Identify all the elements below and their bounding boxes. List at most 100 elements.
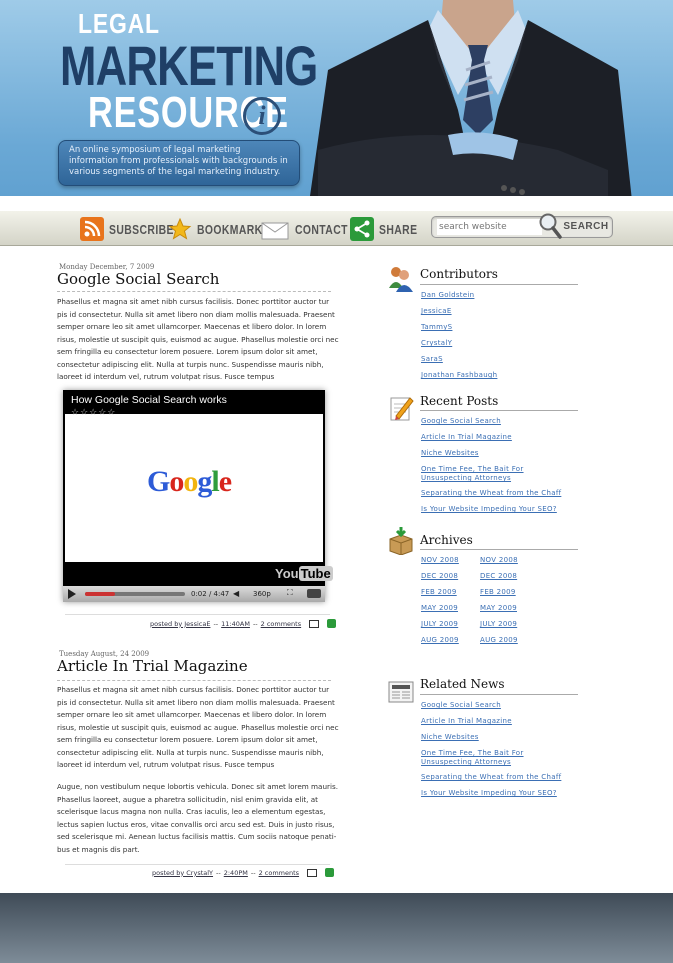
related-news-link[interactable]: Unsuspecting Attorneys	[421, 758, 511, 767]
search-button[interactable]: SEARCH	[562, 219, 610, 235]
heading-divider	[420, 410, 578, 411]
archive-link[interactable]: MAY 2009	[480, 604, 517, 613]
post-body: Phasellus et magna sit amet nibh cursus …	[57, 297, 339, 381]
contributor-link[interactable]: Dan Goldstein	[421, 291, 474, 300]
related-news-link[interactable]: Is Your Website Impeding Your SEO?	[421, 789, 557, 798]
meta-separator: --	[252, 619, 258, 628]
recent-post-link[interactable]: Article In Trial Magazine	[421, 433, 512, 442]
author-link[interactable]: posted by JessicaE	[150, 620, 210, 628]
time-link[interactable]: 2:40PM	[224, 869, 248, 877]
archive-link[interactable]: NOV 2008	[421, 556, 459, 565]
google-logo: Google	[147, 465, 232, 498]
contributor-link[interactable]: JessicaE	[421, 307, 452, 316]
header-divider	[0, 196, 673, 210]
share-icon	[350, 217, 374, 241]
nav-contact[interactable]: CONTACT	[260, 216, 361, 242]
related-news-link[interactable]: Niche Websites	[421, 733, 479, 742]
related-news-link[interactable]: Article In Trial Magazine	[421, 717, 512, 726]
recent-posts-heading: Recent Posts	[420, 394, 499, 408]
recent-post-link[interactable]: Unsuspecting Attorneys	[421, 474, 511, 483]
comments-link[interactable]: 2 comments	[259, 869, 299, 877]
site-tagline: An online symposium of legal marketing i…	[58, 140, 300, 186]
meta-separator: --	[216, 868, 221, 877]
related-news-link[interactable]: Google Social Search	[421, 701, 501, 710]
youtube-logo[interactable]: You Tube	[275, 566, 333, 581]
heading-divider	[420, 284, 578, 285]
related-news-heading: Related News	[420, 677, 505, 691]
post-footer-divider	[65, 614, 330, 615]
post-meta: posted by CrystalY -- 2:40PM -- 2 commen…	[152, 868, 335, 877]
notepad-pencil-icon	[390, 397, 414, 421]
popout-icon[interactable]	[307, 589, 321, 598]
magnifier-icon	[539, 213, 562, 239]
contributor-link[interactable]: CrystalY	[421, 339, 452, 348]
recent-post-link[interactable]: Separating the Wheat from the Chaff	[421, 489, 561, 498]
archive-link[interactable]: NOV 2008	[480, 556, 518, 565]
nav-subscribe-label: SUBSCRIBE	[109, 221, 174, 237]
related-news-link[interactable]: One Time Fee, The Bait For	[421, 749, 524, 758]
rating-stars[interactable]: ☆☆☆☆☆	[71, 408, 116, 418]
page-footer	[0, 893, 673, 963]
title-divider	[57, 291, 331, 292]
post-meta: posted by JessicaE -- 11:40AM -- 2 comme…	[150, 619, 337, 628]
related-news-link[interactable]: Separating the Wheat from the Chaff	[421, 773, 561, 782]
nav-bookmark-label: BOOKMARK	[197, 221, 263, 237]
archive-box-icon	[389, 527, 413, 555]
post-title[interactable]: Google Social Search	[57, 270, 219, 288]
fullscreen-icon[interactable]: ⛶	[287, 588, 293, 598]
site-header: LEGAL MARKETING RESOURCE i An online sym…	[0, 0, 673, 210]
businessman-image	[308, 0, 633, 210]
users-icon	[389, 267, 413, 292]
video-title[interactable]: How Google Social Search works	[71, 394, 227, 406]
comments-link[interactable]: 2 comments	[261, 620, 301, 628]
recent-post-link[interactable]: Niche Websites	[421, 449, 479, 458]
rss-icon	[80, 217, 104, 241]
archive-link[interactable]: FEB 2009	[421, 588, 457, 597]
email-post-icon[interactable]	[309, 619, 320, 628]
contributor-link[interactable]: Jonathan Fashbaugh	[421, 371, 497, 380]
heading-divider	[420, 694, 578, 695]
archive-link[interactable]: JULY 2009	[421, 620, 458, 629]
logo-marketing: MARKETING	[60, 34, 318, 97]
search-input[interactable]	[437, 219, 542, 235]
post-body: Phasellus et magna sit amet nibh cursus …	[57, 685, 339, 769]
nav-share[interactable]: SHARE	[350, 216, 427, 242]
recent-post-link[interactable]: Google Social Search	[421, 417, 501, 426]
info-icon: i	[243, 97, 281, 135]
play-icon[interactable]	[68, 589, 76, 599]
email-post-icon[interactable]	[307, 868, 318, 877]
nav-contact-label: CONTACT	[295, 221, 348, 237]
quality-select[interactable]: 360p	[253, 590, 271, 598]
archive-link[interactable]: FEB 2009	[480, 588, 516, 597]
meta-separator: --	[213, 619, 219, 628]
share-post-icon[interactable]	[325, 868, 335, 877]
post-footer-divider	[65, 864, 330, 865]
contributor-link[interactable]: SaraS	[421, 355, 443, 364]
archive-link[interactable]: AUG 2009	[421, 636, 459, 645]
recent-post-link[interactable]: One Time Fee, The Bait For	[421, 465, 524, 474]
youtube-tube: Tube	[298, 566, 333, 581]
archive-link[interactable]: DEC 2008	[480, 572, 517, 581]
time-link[interactable]: 11:40AM	[221, 620, 250, 628]
post-title[interactable]: Article In Trial Magazine	[57, 657, 248, 675]
star-icon	[168, 217, 192, 241]
archive-link[interactable]: MAY 2009	[421, 604, 458, 613]
envelope-icon	[260, 217, 290, 241]
progress-fill	[85, 592, 115, 596]
video-time: 0:02 / 4:47	[191, 590, 230, 598]
author-link[interactable]: posted by CrystalY	[152, 869, 213, 877]
recent-post-link[interactable]: Is Your Website Impeding Your SEO?	[421, 505, 557, 514]
volume-icon[interactable]: ◀	[233, 589, 239, 598]
contributor-link[interactable]: TammyS	[421, 323, 452, 332]
archive-link[interactable]: AUG 2009	[480, 636, 518, 645]
archive-link[interactable]: JULY 2009	[480, 620, 517, 629]
title-divider	[57, 680, 331, 681]
heading-divider	[420, 549, 578, 550]
contributors-heading: Contributors	[420, 267, 498, 281]
archives-heading: Archives	[420, 533, 473, 547]
post-body: Augue, non vestibulum neque lobortis veh…	[57, 782, 338, 854]
share-post-icon[interactable]	[327, 619, 337, 628]
video-player[interactable]: How Google Social Search works ☆☆☆☆☆ Goo…	[63, 390, 333, 602]
nav-share-label: SHARE	[379, 221, 418, 237]
archive-link[interactable]: DEC 2008	[421, 572, 458, 581]
